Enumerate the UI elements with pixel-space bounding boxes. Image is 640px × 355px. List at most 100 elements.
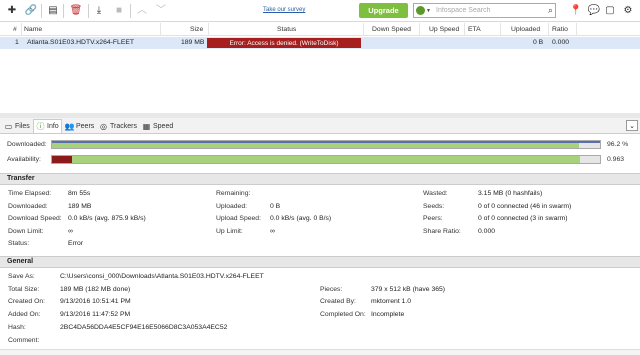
move-up-icon[interactable]: ︿	[135, 4, 149, 18]
completed-on-label: Completed On:	[320, 311, 366, 318]
toolbar: ✚ 🔗 ▤ 🗑 ⤓ ■ ︿ ﹀ Take our survey Upgrade …	[0, 0, 640, 22]
torrent-number: 1	[15, 39, 19, 46]
total-size-value: 189 MB (182 MB done)	[60, 286, 131, 293]
column-header-number[interactable]: #	[13, 26, 17, 33]
download-speed-label: Download Speed:	[8, 215, 62, 222]
upload-speed-value: 0.0 kB/s (avg. 0 B/s)	[270, 215, 332, 222]
survey-link[interactable]: Take our survey	[263, 7, 305, 13]
share-ratio-label: Share Ratio:	[423, 228, 461, 235]
column-header-ratio[interactable]: Ratio	[552, 26, 568, 33]
stop-icon[interactable]: ■	[112, 4, 126, 18]
downloaded-info-label: Downloaded:	[8, 203, 48, 210]
search-provider-dropdown[interactable]: ▼	[415, 5, 433, 16]
column-divider	[500, 23, 501, 36]
pieces-value: 379 x 512 kB (have 365)	[371, 286, 446, 293]
remove-icon[interactable]: 🗑	[69, 4, 83, 18]
search-provider-icon	[416, 6, 425, 15]
chat-icon[interactable]: 💬	[587, 4, 601, 18]
tab-info[interactable]: ⓘ Info	[33, 119, 62, 133]
column-header-down-speed[interactable]: Down Speed	[372, 26, 411, 33]
wasted-value: 3.15 MB (0 hashfails)	[478, 190, 543, 197]
column-divider	[160, 23, 161, 36]
location-icon[interactable]: 📍	[569, 4, 583, 18]
column-header-size[interactable]: Size	[190, 26, 203, 33]
peers-label: Peers:	[423, 215, 443, 222]
added-on-label: Added On:	[8, 311, 41, 318]
column-divider	[419, 23, 420, 36]
search-input[interactable]	[436, 5, 536, 16]
create-torrent-icon[interactable]: ▤	[46, 4, 60, 18]
down-limit-label: Down Limit:	[8, 228, 44, 235]
torrent-uploaded: 0 B	[533, 39, 544, 46]
status-strip	[0, 349, 640, 355]
column-divider	[548, 23, 549, 36]
tab-peers[interactable]: 👥 Peers	[63, 119, 96, 133]
column-header-uploaded[interactable]: Uploaded	[511, 26, 540, 33]
status-label: Status:	[8, 240, 30, 247]
tab-label: Speed	[153, 122, 174, 130]
remaining-label: Remaining:	[216, 190, 251, 197]
hash-value: 2BC4DA56DDA4E5CF94E16E5066D8C3A053A4EC52	[60, 324, 228, 331]
column-header-status[interactable]: Status	[277, 26, 296, 33]
peers-icon: 👥	[64, 121, 75, 131]
up-limit-value: ∞	[270, 228, 275, 235]
column-header-name[interactable]: Name	[24, 26, 42, 33]
down-limit-value: ∞	[68, 228, 73, 235]
info-icon: ⓘ	[36, 122, 45, 131]
tab-trackers[interactable]: ◎ Trackers	[97, 119, 139, 133]
torrent-size: 189 MB	[181, 39, 205, 46]
add-torrent-icon[interactable]: ✚	[5, 4, 19, 18]
tab-label: Peers	[76, 122, 95, 130]
downloaded-progress-top	[52, 141, 600, 143]
toolbar-divider	[130, 4, 131, 18]
availability-progress-fill	[72, 156, 580, 163]
added-on-value: 9/13/2016 11:47:52 PM	[60, 311, 131, 318]
tab-label: Trackers	[110, 122, 137, 130]
torrent-list-header: # Name Size Status Down Speed Up Speed E…	[0, 23, 640, 36]
search-icon[interactable]: ⌕	[548, 5, 553, 16]
tab-label: Info	[47, 123, 59, 130]
column-header-eta[interactable]: ETA	[468, 26, 481, 33]
general-section-header: General	[0, 256, 640, 268]
column-divider	[464, 23, 465, 36]
save-as-label: Save As:	[8, 273, 35, 280]
seeds-value: 0 of 0 connected (46 in swarm)	[478, 203, 572, 210]
trackers-icon: ◎	[100, 121, 107, 131]
collapse-panel-icon[interactable]: ⌄	[626, 120, 638, 131]
settings-icon[interactable]: ⚙	[621, 4, 635, 18]
pieces-label: Pieces:	[320, 286, 343, 293]
tab-label: Files	[15, 122, 30, 130]
torrent-status: Error: Access is denied. (WriteToDisk)	[207, 38, 361, 48]
downloaded-info-value: 189 MB	[68, 203, 92, 210]
up-limit-label: Up Limit:	[216, 228, 243, 235]
upgrade-button[interactable]: Upgrade	[359, 3, 408, 18]
add-link-icon[interactable]: 🔗	[24, 4, 38, 18]
detail-tabs: ▭ Files ⓘ Info 👥 Peers ◎ Trackers ▦ Spee…	[0, 118, 640, 134]
status-value: Error	[68, 240, 84, 247]
uploaded-value: 0 B	[270, 203, 281, 210]
tab-files[interactable]: ▭ Files	[2, 119, 32, 133]
availability-value: 0.963	[607, 156, 625, 163]
torrent-list: 1 Atlanta.S01E03.HDTV.x264-FLEET 189 MB …	[0, 36, 640, 113]
torrent-name: Atlanta.S01E03.HDTV.x264-FLEET	[27, 39, 135, 46]
hash-label: Hash:	[8, 324, 26, 331]
downloaded-progress-bar	[51, 140, 601, 149]
torrent-row[interactable]: 1 Atlanta.S01E03.HDTV.x264-FLEET 189 MB …	[0, 37, 640, 49]
created-by-value: mktorrent 1.0	[371, 298, 412, 305]
torrent-status-text: Error: Access is denied. (WriteToDisk)	[229, 39, 339, 47]
speed-icon: ▦	[142, 121, 151, 131]
column-divider	[576, 23, 577, 36]
completed-on-value: Incomplete	[371, 311, 405, 318]
total-size-label: Total Size:	[8, 286, 40, 293]
move-down-icon[interactable]: ﹀	[154, 4, 168, 18]
transfer-section-header: Transfer	[0, 173, 640, 185]
download-icon[interactable]: ⤓	[92, 4, 106, 18]
monitor-icon[interactable]: ▢	[603, 4, 617, 18]
created-by-label: Created By:	[320, 298, 356, 305]
availability-low-segment	[52, 156, 72, 163]
download-speed-value: 0.0 kB/s (avg. 875.9 kB/s)	[68, 215, 146, 222]
tab-speed[interactable]: ▦ Speed	[140, 119, 175, 133]
time-elapsed-label: Time Elapsed:	[8, 190, 52, 197]
column-header-up-speed[interactable]: Up Speed	[429, 26, 459, 33]
share-ratio-value: 0.000	[478, 228, 496, 235]
